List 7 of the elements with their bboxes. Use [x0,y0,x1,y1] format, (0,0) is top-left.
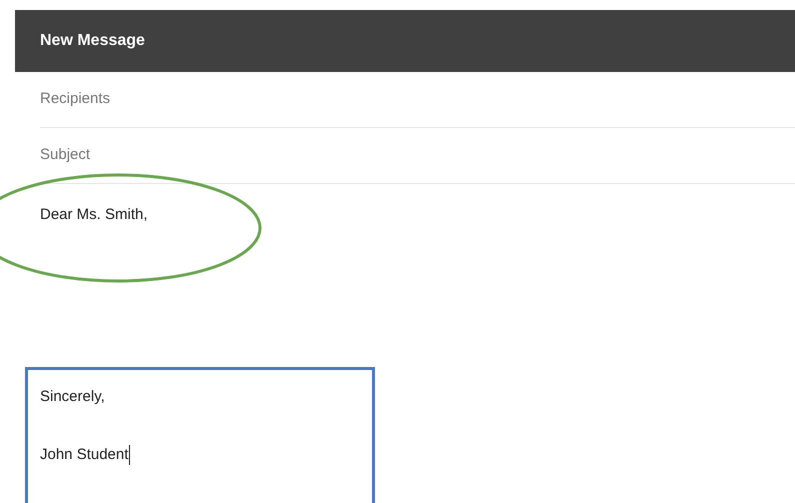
signature-text: John Student [40,445,128,465]
greeting-text: Dear Ms. Smith, [40,205,148,225]
input-field[interactable]: Subject [40,144,795,167]
closing-text: Sincerely, [40,387,105,407]
window-title: New Message [40,31,145,51]
input-field[interactable]: Recipients [40,88,795,111]
text-cursor [129,445,130,465]
